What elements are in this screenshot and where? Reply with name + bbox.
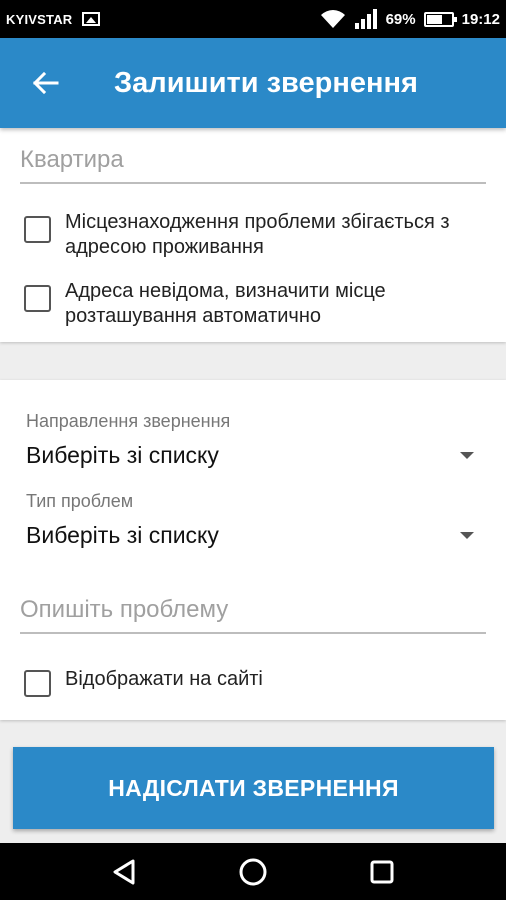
circle-home-icon xyxy=(239,858,267,885)
nav-recents-button[interactable] xyxy=(362,852,402,892)
nav-home-button[interactable] xyxy=(233,852,273,892)
problem-card: Направлення звернення Виберіть зі списку… xyxy=(0,380,506,720)
same-address-checkbox-row[interactable]: Місцезнаходження проблеми збігається з а… xyxy=(24,210,495,260)
direction-value: Виберіть зі списку xyxy=(26,442,219,468)
nav-back-button[interactable] xyxy=(104,852,144,892)
carrier-name: KYIVSTAR xyxy=(6,11,73,27)
same-address-label: Місцезнаходження проблеми збігається з а… xyxy=(65,211,450,258)
direction-select[interactable]: Виберіть зі списку xyxy=(26,442,474,469)
apartment-input[interactable]: Квартира xyxy=(20,146,486,184)
unknown-address-label: Адреса невідома, визначити місце розташу… xyxy=(65,280,386,327)
status-right: 69% 19:12 xyxy=(320,9,500,29)
square-recents-icon xyxy=(370,860,394,883)
unknown-address-checkbox[interactable] xyxy=(24,285,51,312)
back-button[interactable] xyxy=(0,38,90,128)
clock: 19:12 xyxy=(461,10,500,28)
wifi-icon xyxy=(320,10,345,28)
page-title: Залишити звернення xyxy=(114,66,418,99)
problem-type-select[interactable]: Виберіть зі списку xyxy=(26,522,474,549)
arrow-left-icon xyxy=(32,71,59,95)
app-bar: Залишити звернення xyxy=(0,38,506,128)
status-bar: KYIVSTAR 69% 19:12 xyxy=(0,0,506,38)
same-address-checkbox[interactable] xyxy=(24,216,51,243)
image-notification-icon xyxy=(82,12,101,26)
dropdown-arrow-icon xyxy=(460,452,474,459)
show-on-site-label: Відображати на сайті xyxy=(65,668,263,690)
submit-button[interactable]: НАДІСЛАТИ ЗВЕРНЕННЯ xyxy=(13,747,494,829)
address-card: Квартира Місцезнаходження проблеми збіга… xyxy=(0,128,506,342)
show-on-site-checkbox-row[interactable]: Відображати на сайті xyxy=(24,667,495,697)
battery-percent: 69% xyxy=(385,10,416,28)
unknown-address-checkbox-row[interactable]: Адреса невідома, визначити місце розташу… xyxy=(24,279,495,329)
direction-label: Направлення звернення xyxy=(26,411,231,431)
navigation-bar xyxy=(0,843,506,900)
description-input[interactable]: Опишіть проблему xyxy=(20,596,486,634)
problem-type-label: Тип проблем xyxy=(26,491,134,511)
dropdown-arrow-icon xyxy=(460,532,474,539)
problem-type-value: Виберіть зі списку xyxy=(26,522,219,548)
signal-icon xyxy=(354,9,377,29)
triangle-back-icon xyxy=(113,859,135,884)
show-on-site-checkbox[interactable] xyxy=(24,670,51,697)
battery-icon xyxy=(423,11,457,27)
